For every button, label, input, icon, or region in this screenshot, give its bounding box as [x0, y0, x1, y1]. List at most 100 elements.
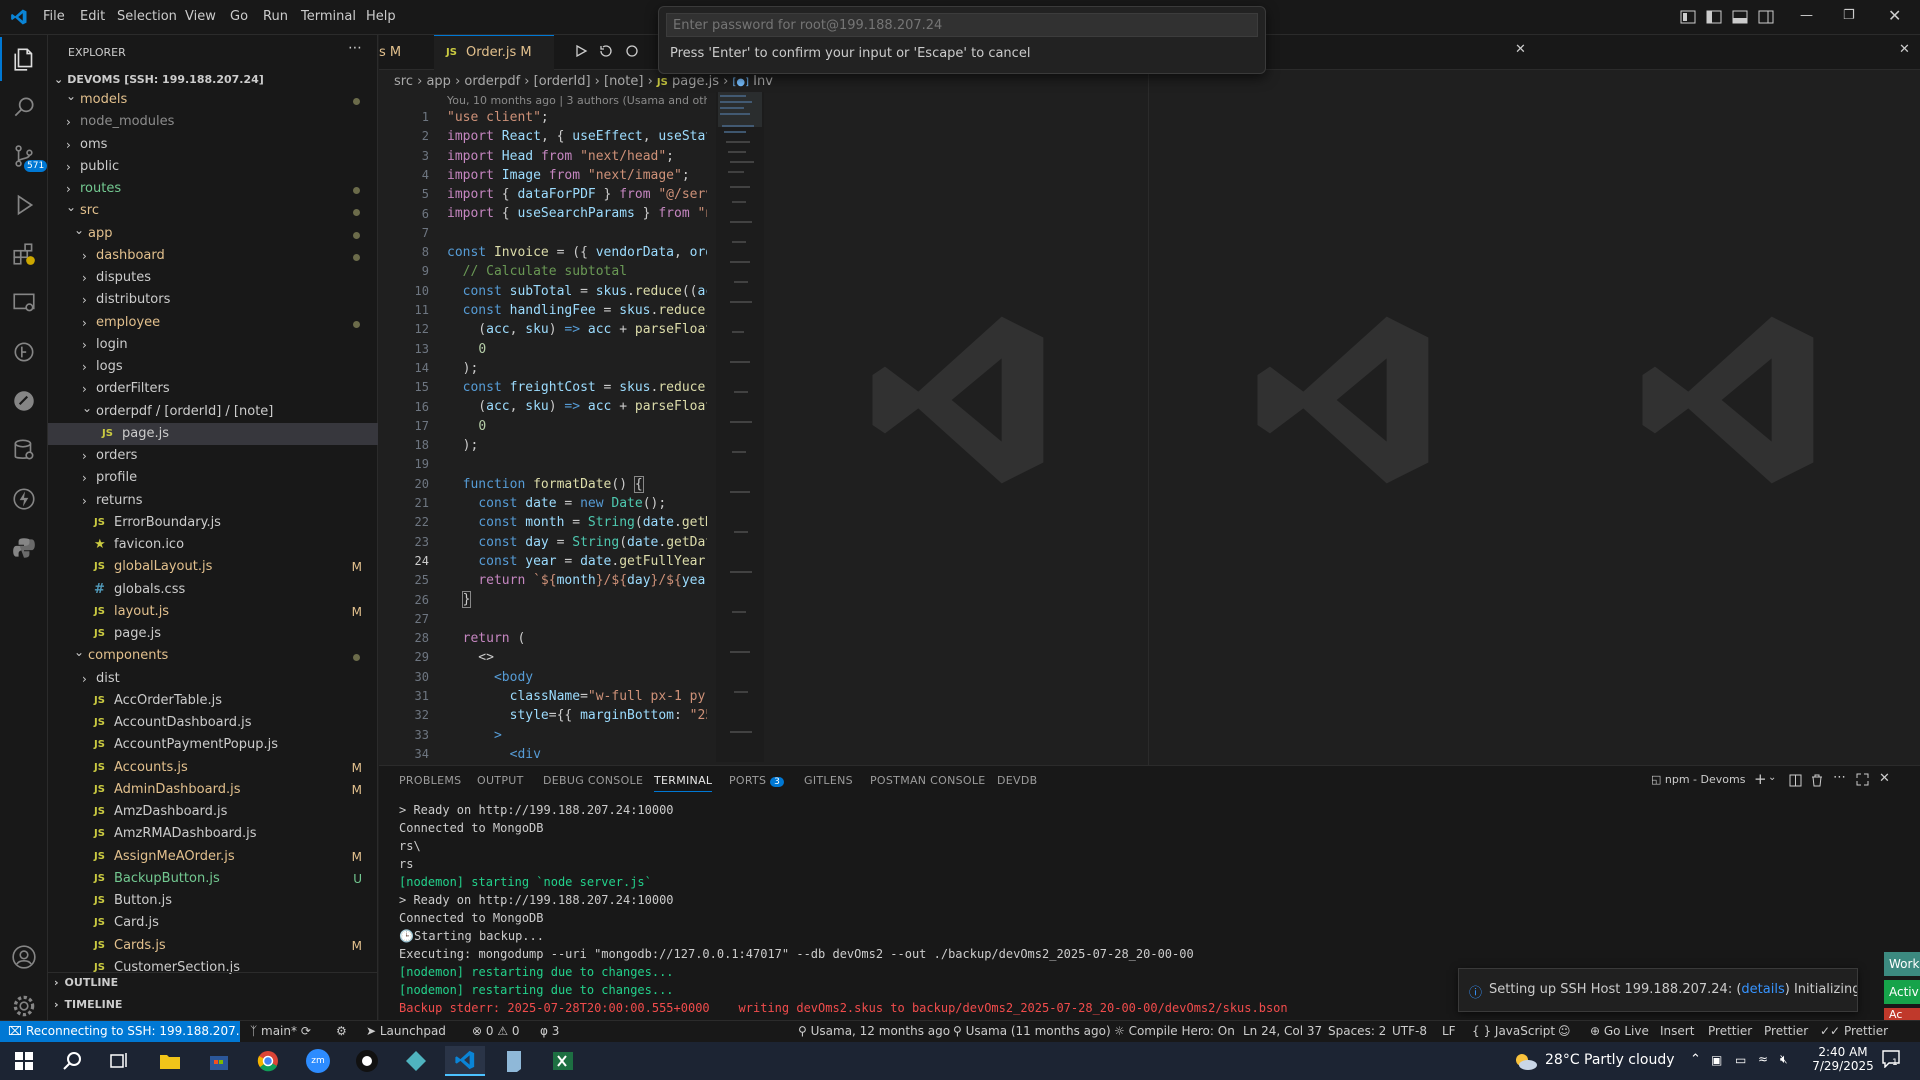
excel-icon[interactable] [543, 1046, 583, 1076]
toggle-secondary-sidebar-icon[interactable] [1758, 10, 1774, 28]
tab-postman-console[interactable]: POSTMAN CONSOLE [870, 774, 986, 787]
folder-row[interactable]: › dist [48, 668, 378, 690]
file-row[interactable]: JS Cards.js M [48, 935, 378, 957]
file-row[interactable]: JS layout.js M [48, 601, 378, 623]
tab-terminal[interactable]: TERMINAL [654, 774, 713, 792]
file-row[interactable]: JS AccOrderTable.js [48, 690, 378, 712]
new-terminal-icon[interactable]: + [1754, 770, 1767, 788]
windows-start-icon[interactable] [4, 1046, 44, 1076]
folder-row[interactable]: › login [48, 334, 378, 356]
crumb-orderpdf[interactable]: orderpdf [464, 74, 520, 89]
close-panel-icon[interactable]: ✕ [1879, 771, 1890, 786]
insert-mode[interactable]: Insert [1660, 1024, 1694, 1038]
close-group-icon[interactable]: ✕ [1515, 42, 1526, 57]
store-icon[interactable] [199, 1046, 239, 1076]
extensions-icon[interactable] [0, 232, 48, 276]
folder-row[interactable]: ⌄ components [48, 645, 378, 667]
toggle-sidebar-icon[interactable] [1706, 10, 1722, 28]
file-row[interactable]: JS AssignMeAOrder.js M [48, 846, 378, 868]
tab-gitlens[interactable]: GITLENS [804, 774, 853, 787]
weather-text[interactable]: 28°C Partly cloudy [1545, 1052, 1675, 1068]
indentation[interactable]: Spaces: 2 [1328, 1024, 1386, 1038]
tab-problems[interactable]: PROBLEMS [399, 774, 461, 787]
editor-split-divider[interactable] [1148, 70, 1149, 765]
python-icon[interactable] [0, 526, 48, 570]
compile-hero[interactable]: ☼ Compile Hero: On [1114, 1024, 1235, 1038]
taskbar-search-icon[interactable] [52, 1046, 92, 1076]
folder-row[interactable]: › logs [48, 356, 378, 378]
remote-indicator[interactable]: ⌧Reconnecting to SSH: 199.188.207.24... [0, 1021, 240, 1043]
menu-edit[interactable]: Edit [80, 9, 105, 24]
split-terminal-icon[interactable] [1789, 774, 1802, 791]
folder-row[interactable]: › dashboard [48, 245, 378, 267]
terminal-dropdown-icon[interactable]: ⌄ [1768, 772, 1776, 783]
workspace-root[interactable]: ⌄ DEVOMS [SSH: 199.188.207.24] [54, 73, 264, 86]
file-row[interactable]: JS Button.js [48, 890, 378, 912]
kill-terminal-icon[interactable] [1811, 774, 1823, 791]
side-button-activ[interactable]: Activ [1884, 980, 1920, 1004]
task-view-icon[interactable] [100, 1046, 140, 1076]
prettier-status-2[interactable]: Prettier [1764, 1024, 1808, 1038]
crumb-src[interactable]: src [394, 74, 413, 89]
file-row[interactable]: # globals.css [48, 579, 378, 601]
folder-row[interactable]: › disputes [48, 267, 378, 289]
folder-row[interactable]: ⌄ src [48, 200, 378, 222]
folder-row[interactable]: › node_modules [48, 111, 378, 133]
folder-row[interactable]: › distributors [48, 289, 378, 311]
more-actions-icon[interactable]: ⋯ [348, 40, 362, 56]
file-row[interactable]: JS AdminDashboard.js M [48, 779, 378, 801]
crumb-app[interactable]: app [426, 74, 450, 89]
chrome-icon[interactable] [248, 1046, 288, 1076]
run-debug-icon[interactable] [0, 183, 48, 227]
git-branch[interactable]: ᛉ main* ⟳ [250, 1024, 311, 1038]
menu-go[interactable]: Go [230, 9, 248, 24]
run-file-icon[interactable] [574, 44, 588, 62]
folder-row[interactable]: › returns [48, 490, 378, 512]
file-row[interactable]: JS Card.js [48, 912, 378, 934]
folder-row[interactable]: › employee [48, 312, 378, 334]
account-icon[interactable] [0, 935, 48, 979]
gitlens-author[interactable]: ⚲ Usama (11 months ago) [953, 1024, 1111, 1038]
crumb-orderid[interactable]: [orderId] [534, 74, 591, 89]
file-row[interactable]: JS AccountPaymentPopup.js [48, 734, 378, 756]
tab-output[interactable]: OUTPUT [477, 774, 524, 787]
tab-order-js[interactable]: JS Order.js M [434, 35, 554, 70]
tab-ports[interactable]: PORTS 3 [729, 774, 785, 787]
clock[interactable]: 2:40 AM 7/29/2025 [1808, 1045, 1878, 1073]
volume-muted-icon[interactable]: 🔇︎ [1780, 1052, 1788, 1067]
file-row[interactable]: JS AmzDashboard.js [48, 801, 378, 823]
folder-row[interactable]: › public [48, 156, 378, 178]
wifi-icon[interactable]: ≈ [1758, 1052, 1768, 1066]
folder-row[interactable]: › oms [48, 134, 378, 156]
vscode-taskbar-icon[interactable] [445, 1046, 485, 1076]
minimize-icon[interactable]: — [1800, 8, 1813, 23]
file-row[interactable]: JS globalLayout.js M [48, 556, 378, 578]
close-secondary-icon[interactable]: ✕ [1899, 42, 1910, 57]
go-live[interactable]: ⊕ Go Live [1590, 1024, 1649, 1038]
maximize-panel-icon[interactable] [1856, 773, 1869, 790]
timeline-section[interactable]: › TIMELINE [54, 998, 122, 1011]
details-link[interactable]: details [1741, 982, 1784, 997]
file-row[interactable]: JS AccountDashboard.js [48, 712, 378, 734]
problems-count[interactable]: ⊗ 0 ⚠ 0 [472, 1024, 520, 1038]
prettier-status-3[interactable]: ✓✓ Prettier [1820, 1024, 1888, 1038]
restore-icon[interactable]: ❐ [1843, 8, 1855, 23]
prettier-status-1[interactable]: Prettier [1708, 1024, 1752, 1038]
battery-icon[interactable]: ▭ [1735, 1053, 1746, 1067]
file-row[interactable]: JS Accounts.js M [48, 757, 378, 779]
code-content[interactable]: "use client"; import React, { useEffect,… [447, 108, 707, 763]
outline-section[interactable]: › OUTLINE [54, 976, 118, 989]
file-explorer-icon[interactable] [150, 1046, 190, 1076]
menu-selection[interactable]: Selection [117, 9, 177, 24]
git-blame-status[interactable]: ⚲ Usama, 12 months ago [798, 1024, 950, 1038]
file-row[interactable]: JS AmzRMADashboard.js [48, 823, 378, 845]
app-icon-notes[interactable] [494, 1046, 534, 1076]
minimap[interactable] [716, 92, 764, 762]
file-row[interactable]: JS page.js [48, 422, 378, 445]
tab-partial[interactable]: s M [379, 35, 434, 70]
folder-row[interactable]: ⌄ models [48, 89, 378, 111]
notification-center-icon[interactable]: 1 [1882, 1050, 1900, 1072]
more-panel-actions-icon[interactable]: ⋯ [1833, 770, 1846, 785]
show-hidden-icons[interactable]: ⌃ [1690, 1052, 1701, 1067]
language-mode[interactable]: { } JavaScript [1472, 1024, 1555, 1038]
